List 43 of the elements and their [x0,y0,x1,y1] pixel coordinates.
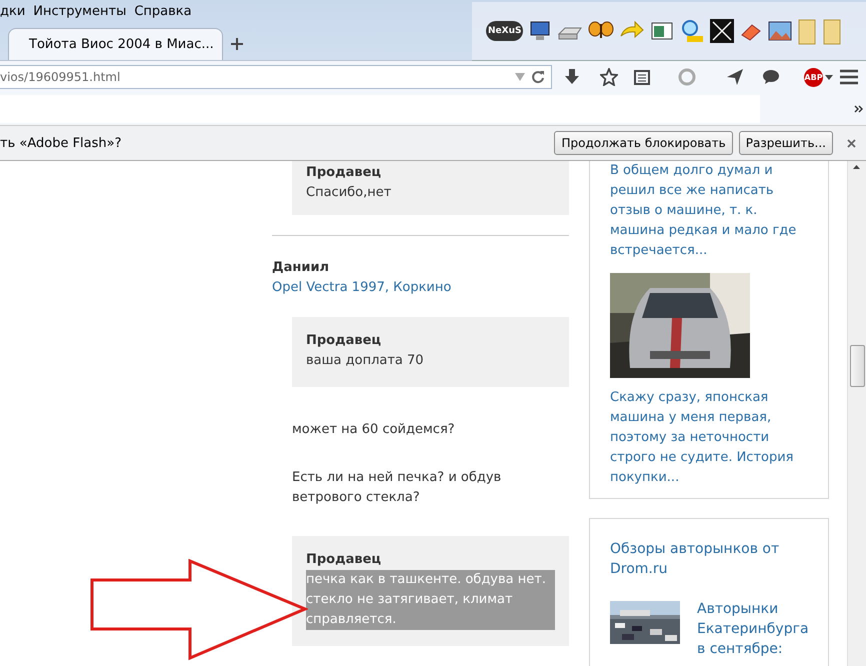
comment-text: Есть ли на ней печка? и обдув ветрового стекла? [292,469,502,507]
chevron-icon[interactable] [854,105,864,113]
xs-icon[interactable] [710,19,734,43]
author-name: Продавец [306,164,382,182]
menu-item[interactable]: Инструменты [33,4,132,18]
notification-text: ть «Adobe Flash»? [0,136,122,150]
nexus-icon[interactable]: NeXuS [486,21,524,41]
comment-text: может на 60 сойдемся? [292,421,456,439]
reply-text: ваша доплата 70 [306,353,424,368]
new-tab-icon[interactable] [231,38,243,50]
scrollbar[interactable] [847,161,866,666]
download-icon[interactable] [564,69,580,85]
adblock-icon[interactable]: ABP [804,68,823,86]
author-name: Продавец [306,551,382,569]
star-icon[interactable] [600,68,618,86]
author-name: Продавец [306,332,382,350]
article-link[interactable]: Авторынки Екатеринбурга в сентябре: [697,599,809,659]
reply-text: Спасибо,нет [306,185,392,200]
browser-tab[interactable]: Тойота Виос 2004 в Миас... [8,28,223,60]
reload-icon[interactable] [531,70,545,84]
send-icon[interactable] [726,68,744,86]
menu-item[interactable]: дки [0,4,32,18]
review-link[interactable]: Скажу сразу, японская машина у меня первая, поэтому за неточности строго не судите. История покупки... [610,388,808,488]
address-bar[interactable]: vios/19609951.html [0,65,552,89]
window-icon[interactable] [650,20,674,42]
scroll-up-icon[interactable] [853,165,860,169]
caret-icon[interactable] [825,74,833,80]
author-name: Даниил [272,259,330,277]
scroll-thumb[interactable] [850,345,865,387]
close-icon[interactable] [847,138,856,148]
notification-button[interactable]: Продолжать блокировать [554,131,733,155]
car-link[interactable]: Opel Vectra 1997, Коркино [272,280,452,295]
notification-button[interactable]: Разрешить... [738,131,833,155]
review-link[interactable]: В общем долго думал и решил все же написать отзыв о машине, т. к. машина редкая и мало где встречается... [610,161,808,261]
photo-icon[interactable] [768,20,792,42]
menu-icon[interactable] [840,69,858,85]
chat-icon[interactable] [762,69,780,85]
monitor-icon[interactable] [528,20,552,42]
magnifier-icon[interactable] [679,19,706,43]
menu-item[interactable]: Справка [134,4,198,18]
reply-text: печка как в ташкенте. обдува нет. стекло не затягивает, климат справляется. [306,570,555,630]
card-title[interactable]: Обзоры авторынков от Drom.ru [610,539,808,579]
reading-list-icon[interactable] [634,69,650,85]
